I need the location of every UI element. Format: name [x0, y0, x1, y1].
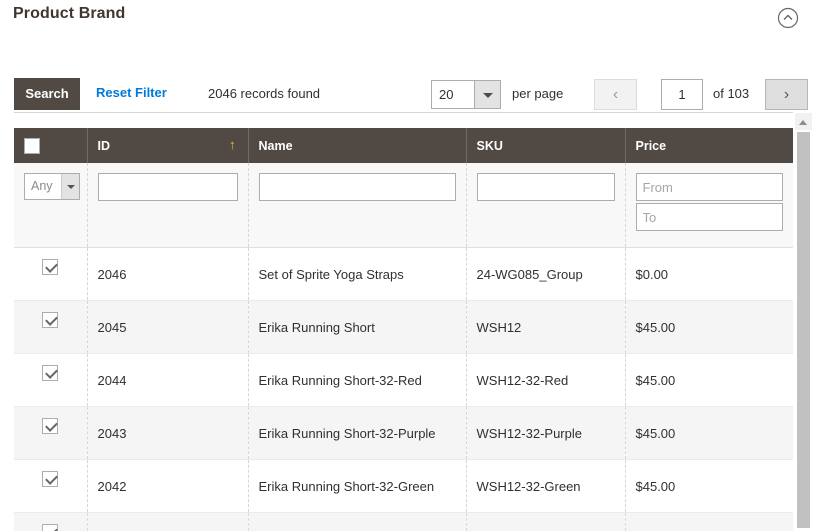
filter-cell-id	[87, 163, 249, 248]
row-checkbox[interactable]	[42, 258, 59, 275]
caret-up-icon[interactable]	[795, 113, 812, 130]
row-id-cell: 2045	[87, 300, 249, 354]
row-price-cell: $45.00	[625, 300, 793, 354]
filter-cell-price	[625, 163, 793, 248]
row-sku-cell: WSH12-32-Purple	[466, 406, 626, 460]
row-name-cell: Erika Running Short-31-Red	[248, 512, 467, 531]
previous-page-button[interactable]: ‹	[594, 79, 637, 110]
row-price-cell: $45.00	[625, 353, 793, 407]
table-row[interactable]: 2043 Erika Running Short-32-Purple WSH12-3…	[14, 406, 793, 460]
select-filter-dropdown[interactable]: Any	[24, 173, 80, 200]
row-name-cell: Erika Running Short-32-Red	[248, 353, 467, 407]
row-sku-cell: WSH12-31-Red	[466, 512, 626, 531]
records-found-text: 2046 records found	[208, 86, 321, 101]
sku-filter-input[interactable]	[476, 173, 615, 201]
table-row[interactable]: 2042 Erika Running Short-32-Green WSH12-32…	[14, 459, 793, 513]
row-select-cell[interactable]	[14, 459, 88, 513]
chevron-left-icon: ‹	[612, 86, 619, 103]
table-row[interactable]: 2044 Erika Running Short-32-Red WSH12-32-R…	[14, 353, 793, 407]
filter-cell-select: Any	[14, 163, 88, 248]
table-row[interactable]: 2046 Set of Sprite Yoga Straps 24-WG085_Gr…	[14, 247, 793, 301]
row-checkbox[interactable]	[42, 311, 59, 328]
row-id-cell: 2043	[87, 406, 249, 460]
chevron-down-icon	[474, 81, 500, 108]
filter-cell-name	[248, 163, 467, 248]
row-checkbox[interactable]	[42, 364, 59, 381]
row-sku-cell: WSH12-32-Red	[466, 353, 626, 407]
table-row[interactable]: 2045 Erika Running Short WSH12 $45.00	[14, 300, 793, 354]
price-to-filter-input[interactable]	[635, 203, 783, 231]
row-id-cell: 2044	[87, 353, 249, 407]
table-row[interactable]: 2041Erika Running Short-31-RedWSH12-31-R…	[14, 512, 793, 531]
row-sku-cell: WSH12	[466, 300, 626, 354]
row-name-cell: Erika Running Short-32-Purple	[248, 406, 467, 460]
next-page-button[interactable]: ›	[765, 79, 808, 110]
row-name-cell: Erika Running Short	[248, 300, 467, 354]
products-grid: ID ↑ Name SKU Price Any From To 2046 Set…	[14, 128, 793, 531]
price-from-filter-input[interactable]	[635, 173, 783, 201]
sort-ascending-icon: ↑	[229, 137, 236, 152]
column-header-id-label: ID	[97, 138, 111, 153]
products-table: ID ↑ Name SKU Price Any From To 2046 Set…	[14, 128, 793, 531]
chevron-up-circle-icon[interactable]	[777, 7, 799, 29]
chevron-down-icon	[61, 174, 79, 199]
page-number-input[interactable]	[661, 79, 703, 110]
toolbar-divider	[14, 112, 793, 113]
column-header-id[interactable]: ID ↑	[87, 128, 249, 163]
row-price-cell: $45.00	[625, 512, 793, 531]
row-checkbox[interactable]	[42, 470, 59, 487]
table-header-row: ID ↑ Name SKU Price	[14, 128, 793, 163]
page-title: Product Brand	[13, 5, 126, 22]
scrollbar-track[interactable]	[795, 130, 812, 531]
row-name-cell: Erika Running Short-32-Green	[248, 459, 467, 513]
scrollbar-thumb[interactable]	[797, 132, 810, 528]
column-header-price[interactable]: Price	[625, 128, 793, 163]
table-body: Any From To 2046 Set of Sprite Yoga Stra…	[14, 163, 793, 531]
page-total-label: of 103	[713, 86, 750, 101]
filter-row: Any	[14, 163, 793, 248]
chevron-right-icon: ›	[783, 86, 790, 103]
row-id-cell: 2042	[87, 459, 249, 513]
product-brand-grid-page: Product Brand Search Reset Filter 2046 r…	[0, 0, 818, 531]
row-checkbox[interactable]	[42, 523, 59, 531]
grid-toolbar: Search Reset Filter 2046 records found 2…	[0, 78, 818, 112]
row-name-cell: Set of Sprite Yoga Straps	[248, 247, 467, 301]
filter-cell-sku	[466, 163, 626, 248]
name-filter-input[interactable]	[258, 173, 456, 201]
row-select-cell[interactable]	[14, 353, 88, 407]
reset-filter-link[interactable]: Reset Filter	[96, 85, 167, 100]
row-select-cell[interactable]	[14, 300, 88, 354]
row-price-cell: $45.00	[625, 459, 793, 513]
column-header-name[interactable]: Name	[248, 128, 467, 163]
table-head: ID ↑ Name SKU Price	[14, 128, 793, 163]
per-page-select[interactable]: 20	[431, 80, 501, 109]
column-header-name-label: Name	[258, 138, 293, 153]
column-header-price-label: Price	[635, 138, 667, 153]
id-filter-input[interactable]	[97, 173, 238, 201]
per-page-value: 20	[439, 87, 454, 102]
page-header: Product Brand	[0, 0, 818, 40]
row-sku-cell: WSH12-32-Green	[466, 459, 626, 513]
row-select-cell[interactable]	[14, 406, 88, 460]
row-checkbox[interactable]	[42, 417, 59, 434]
row-select-cell[interactable]	[14, 247, 88, 301]
row-price-cell: $0.00	[625, 247, 793, 301]
select-filter-value: Any	[31, 179, 53, 193]
row-price-cell: $45.00	[625, 406, 793, 460]
column-header-select-all[interactable]	[14, 128, 88, 163]
row-select-cell[interactable]	[14, 512, 88, 531]
column-header-sku-label: SKU	[476, 138, 503, 153]
row-sku-cell: 24-WG085_Group	[466, 247, 626, 301]
grid-vertical-scrollbar[interactable]	[795, 113, 812, 531]
row-id-cell: 2041	[87, 512, 249, 531]
column-header-sku[interactable]: SKU	[466, 128, 626, 163]
row-id-cell: 2046	[87, 247, 249, 301]
per-page-label: per page	[512, 86, 564, 101]
search-button[interactable]: Search	[14, 78, 80, 110]
select-all-checkbox[interactable]	[24, 137, 40, 154]
